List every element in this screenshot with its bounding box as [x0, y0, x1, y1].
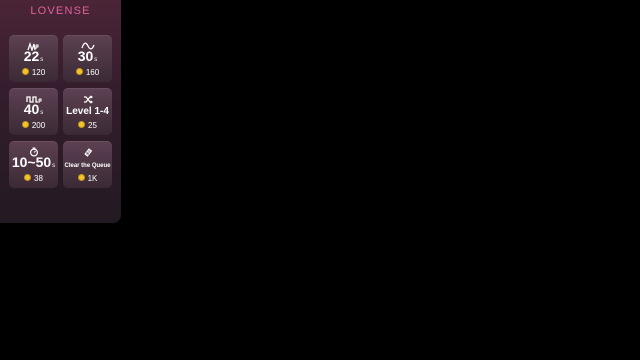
- shuffle-icon: [63, 91, 112, 104]
- tip-option-price: 200: [9, 121, 58, 131]
- eraser-icon: [63, 144, 112, 157]
- tip-option-price: 120: [9, 68, 58, 78]
- tip-option-value: Clear the Queue: [64, 163, 111, 169]
- coin-icon: [78, 121, 86, 128]
- tip-option-price: 38: [9, 174, 58, 184]
- tip-option-price: 160: [63, 68, 112, 78]
- timer-icon: [9, 144, 58, 157]
- pulse-wave-icon: [9, 38, 58, 51]
- tip-option-22s[interactable]: 22s 120: [9, 35, 58, 82]
- tip-option-price: 25: [63, 121, 112, 131]
- tip-option-price: 1K: [63, 174, 112, 184]
- tip-option-value: 30s: [77, 48, 98, 64]
- sine-wave-icon: [63, 38, 112, 50]
- coin-icon: [24, 174, 32, 181]
- coin-icon: [75, 68, 83, 75]
- tip-option-10-50s[interactable]: 10~50s 38: [9, 141, 58, 188]
- tip-option-clear-queue[interactable]: Clear the Queue 1K: [63, 141, 112, 188]
- tip-menu-panel: LOVENSE 22s 120 30s 160 40s 200 Level 1-…: [0, 0, 121, 223]
- tip-option-value: 10~50s: [11, 154, 56, 170]
- tip-option-40s[interactable]: 40s 200: [9, 88, 58, 135]
- tip-option-value: 22s: [23, 48, 44, 64]
- coin-icon: [21, 68, 29, 75]
- tip-option-value: 40s: [23, 101, 44, 117]
- tip-option-value: Level 1-4: [66, 106, 109, 117]
- tip-option-30s[interactable]: 30s 160: [63, 35, 112, 82]
- coin-icon: [77, 174, 85, 181]
- lovense-logo: LOVENSE: [30, 5, 91, 17]
- coin-icon: [21, 121, 29, 128]
- tip-option-level-1-4[interactable]: Level 1-4 25: [63, 88, 112, 135]
- square-wave-icon: [9, 91, 58, 103]
